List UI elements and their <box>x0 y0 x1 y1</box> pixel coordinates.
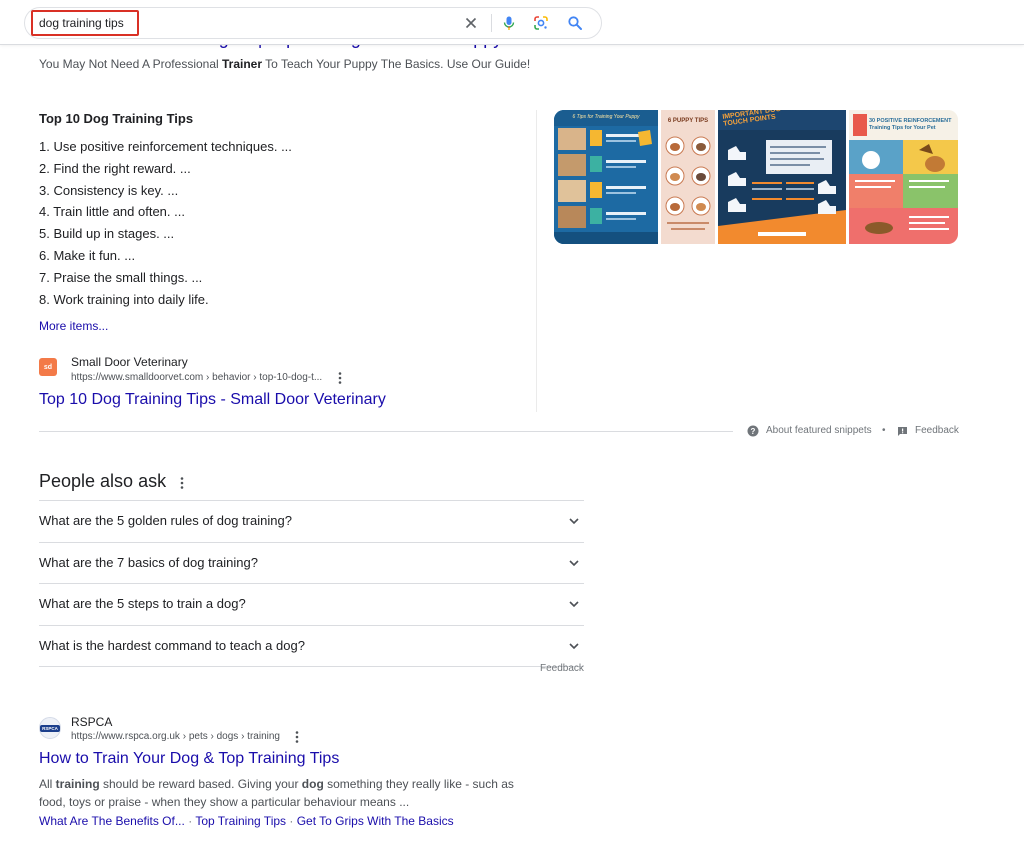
result-more-options-icon[interactable] <box>292 730 302 744</box>
infographic-1-caption: 6 Tips for Training Your Puppy <box>572 114 640 120</box>
infographic-2-caption: 6 PUPPY TIPS <box>667 118 709 124</box>
infographic-image-4[interactable]: 30 POSITIVE REINFORCEMENT Training Tips … <box>849 110 958 244</box>
ad-desc-end: To Teach Your Puppy The Basics. Use Our … <box>262 57 531 71</box>
paa-more-options-icon[interactable] <box>178 476 186 490</box>
paa-question-2[interactable]: What are the 7 basics of dog training? <box>39 541 584 584</box>
microphone-icon[interactable] <box>501 15 517 31</box>
chevron-down-icon <box>569 642 579 649</box>
list-item: 3. Consistency is key. ... <box>39 182 179 198</box>
list-item: 6. Make it fun. ... <box>39 247 136 263</box>
search-icon[interactable] <box>567 15 583 31</box>
infographic-image-1[interactable]: 6 Tips for Training Your Puppy <box>554 110 658 244</box>
more-items-link[interactable]: More items... <box>39 319 108 333</box>
rspca-favicon: RSPCA <box>39 717 61 739</box>
small-door-favicon: sd <box>39 358 57 376</box>
snippet-divider <box>536 110 537 412</box>
infographic-2-art <box>661 110 715 244</box>
google-lens-icon[interactable] <box>533 15 549 31</box>
help-icon[interactable]: ? <box>747 425 759 437</box>
snippet-segment: All <box>39 777 56 791</box>
svg-text:?: ? <box>751 427 756 436</box>
ad-description: You May Not Need A Professional Trainer … <box>39 57 530 71</box>
paa-question-3[interactable]: What are the 5 steps to train a dog? <box>39 583 584 625</box>
sitelink-get-to-grips[interactable]: Get To Grips With The Basics <box>297 814 454 828</box>
snippet-segment: should be reward based. Giving your <box>99 777 302 791</box>
sitelink-top-training-tips[interactable]: Top Training Tips <box>195 814 286 828</box>
source-site-url[interactable]: https://www.smalldoorvet.com › behavior … <box>71 372 322 383</box>
list-item: 8. Work training into daily life. <box>39 291 209 307</box>
footer-dot-separator: • <box>882 425 886 436</box>
search-box[interactable] <box>24 7 602 39</box>
paa-question-1[interactable]: What are the 5 golden rules of dog train… <box>39 500 584 542</box>
chevron-down-icon <box>569 601 579 608</box>
top-bar <box>0 0 1024 45</box>
people-also-ask-heading: People also ask <box>39 471 167 491</box>
paa-feedback-link[interactable]: Feedback <box>540 663 584 674</box>
featured-snippet-title: Top 10 Dog Training Tips <box>39 111 194 126</box>
sitelink-separator: · <box>286 814 297 828</box>
source-site-name[interactable]: Small Door Veterinary <box>71 355 188 369</box>
list-item: 7. Praise the small things. ... <box>39 269 203 285</box>
snippet-feedback-link[interactable]: Feedback <box>915 425 959 436</box>
query-highlight-box <box>31 10 139 36</box>
snippet-bold-segment: training <box>55 777 100 791</box>
search-input[interactable] <box>39 14 135 32</box>
sitelink-benefits[interactable]: What Are The Benefits Of... <box>39 814 185 828</box>
about-featured-snippets-link[interactable]: About featured snippets <box>766 425 872 436</box>
clear-icon[interactable] <box>463 15 479 31</box>
list-item: 5. Build up in stages. ... <box>39 226 175 242</box>
infographic-image-3[interactable]: IMPORTANT DOG TOUCH POINTS <box>718 110 846 244</box>
result-site-url[interactable]: https://www.rspca.org.uk › pets › dogs ›… <box>71 731 280 742</box>
paa-question-4[interactable]: What is the hardest command to teach a d… <box>39 624 584 667</box>
infographic-4-caption: 30 POSITIVE REINFORCEMENT Training Tips … <box>869 118 952 131</box>
rspca-favicon-text: RSPCA <box>40 724 60 732</box>
featured-source-title-link[interactable]: Top 10 Dog Training Tips - Small Door Ve… <box>39 391 386 409</box>
paa-question-text: What is the hardest command to teach a d… <box>39 637 305 653</box>
list-item: 4. Train little and often. ... <box>39 204 185 220</box>
snippet-footer-divider <box>39 431 733 432</box>
chevron-down-icon <box>569 559 579 566</box>
infographic-3-art <box>718 110 846 244</box>
feedback-icon[interactable] <box>897 426 908 437</box>
featured-snippet-list: 1. Use positive reinforcement techniques… <box>39 138 292 312</box>
list-item: 1. Use positive reinforcement techniques… <box>39 139 292 154</box>
sitelinks: What Are The Benefits Of... · Top Traini… <box>39 814 454 828</box>
snippet-image-strip: 6 Tips for Training Your Puppy 6 PUPPY T… <box>554 110 958 244</box>
sitelink-separator: · <box>184 814 196 828</box>
infographic-1-art <box>554 110 658 244</box>
search-divider <box>491 14 492 32</box>
infographic-image-2[interactable]: 6 PUPPY TIPS <box>661 110 715 244</box>
snippet-bold-segment: dog <box>301 777 324 791</box>
result-title-link[interactable]: How to Train Your Dog & Top Training Tip… <box>39 750 339 768</box>
result-snippet: All training should be reward based. Giv… <box>39 775 539 811</box>
paa-question-text: What are the 5 golden rules of dog train… <box>39 513 292 528</box>
ad-desc-start: You May Not Need A Professional <box>39 57 222 71</box>
chevron-down-icon <box>569 518 579 525</box>
result-site-name[interactable]: RSPCA <box>71 715 112 729</box>
people-also-ask-list: What are the 5 golden rules of dog train… <box>39 500 584 667</box>
list-item: 2. Find the right reward. ... <box>39 160 191 176</box>
ad-desc-bold: Trainer <box>222 57 263 71</box>
paa-question-text: What are the 7 basics of dog training? <box>39 554 258 570</box>
paa-question-text: What are the 5 steps to train a dog? <box>39 596 246 611</box>
more-options-icon[interactable] <box>335 371 345 385</box>
